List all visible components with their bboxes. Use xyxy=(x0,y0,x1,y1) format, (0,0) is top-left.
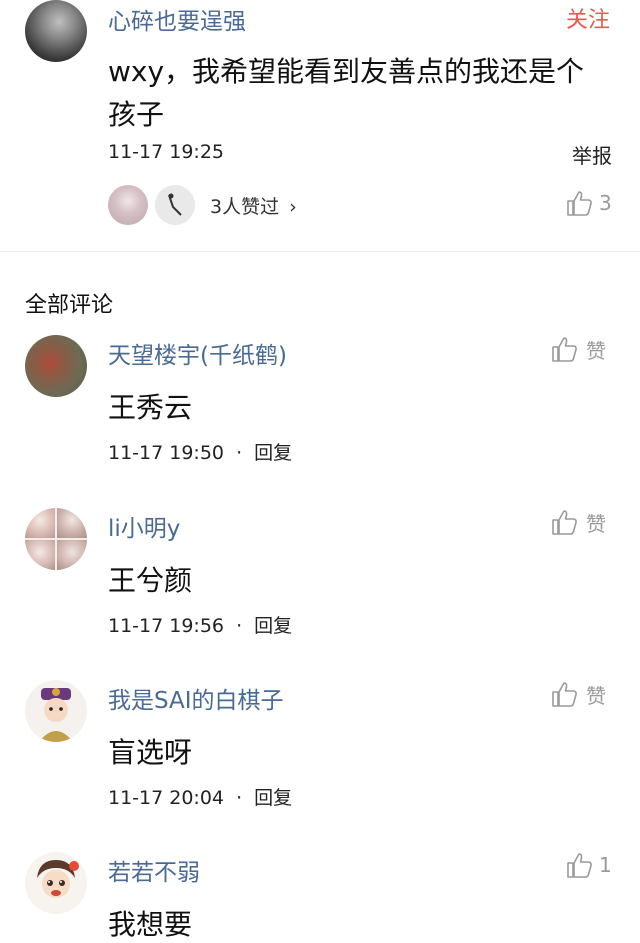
chevron-right-icon: › xyxy=(289,196,297,218)
comment-author-name[interactable]: li小明y xyxy=(108,509,180,543)
thumbs-up-icon xyxy=(552,337,577,362)
comment-like-button[interactable]: 1 xyxy=(565,850,612,880)
thumbs-up-icon xyxy=(552,510,577,535)
report-link[interactable]: 举报 xyxy=(572,140,612,169)
likers-text: 3人赞过 xyxy=(210,196,280,218)
comment-avatar[interactable] xyxy=(25,852,87,914)
comment-timestamp: 11-17 19:50 xyxy=(108,442,225,464)
liker-avatar[interactable] xyxy=(108,185,148,225)
comment-avatar[interactable] xyxy=(25,680,87,742)
like-count: 1 xyxy=(599,853,612,877)
like-label: 赞 xyxy=(586,511,606,536)
post-like-count: 3 xyxy=(599,191,612,215)
comment-like-button[interactable]: 赞 xyxy=(550,507,606,537)
comment-meta: 11-17 19:50 · 回复 xyxy=(108,438,292,465)
post-content-line2: 孩子 xyxy=(108,98,165,131)
comment-content: 我想要 xyxy=(108,908,193,941)
thumbs-up-icon xyxy=(552,682,577,707)
comment-content: 王秀云 xyxy=(108,391,193,424)
like-label: 赞 xyxy=(586,338,606,363)
comment-timestamp: 11-17 19:56 xyxy=(108,615,225,637)
section-title: 全部评论 xyxy=(25,293,114,318)
post-author-avatar[interactable] xyxy=(25,0,87,62)
likers-link[interactable]: 3人赞过 › xyxy=(210,192,297,219)
comment-author-name[interactable]: 天望楼宇(千纸鹤) xyxy=(108,336,287,370)
reply-link[interactable]: 回复 xyxy=(254,442,292,464)
post-content-line1: wxy，我希望能看到友善点的我还是个 xyxy=(108,55,585,88)
post-timestamp: 11-17 19:25 xyxy=(108,141,225,163)
reply-link[interactable]: 回复 xyxy=(254,787,292,809)
comment-timestamp: 11-17 20:04 xyxy=(108,787,225,809)
liker-avatar[interactable] xyxy=(155,185,195,225)
comment-content: 王兮颜 xyxy=(108,564,193,597)
comment-meta: 11-17 19:56 · 回复 xyxy=(108,611,292,638)
section-divider xyxy=(0,251,640,252)
comment-like-button[interactable]: 赞 xyxy=(550,679,606,709)
comment-like-button[interactable]: 赞 xyxy=(550,334,606,364)
post-like-button[interactable]: 3 xyxy=(565,188,612,218)
meta-separator: · xyxy=(236,442,243,464)
thumbs-up-icon xyxy=(567,191,592,216)
follow-button[interactable]: 关注 xyxy=(566,2,610,34)
comment-avatar[interactable] xyxy=(25,335,87,397)
comment-meta: 11-17 20:04 · 回复 xyxy=(108,783,292,810)
thumbs-up-icon xyxy=(567,853,592,878)
like-label: 赞 xyxy=(586,683,606,708)
comment-avatar[interactable] xyxy=(25,508,87,570)
comment-author-name[interactable]: 若若不弱 xyxy=(108,853,200,887)
meta-separator: · xyxy=(236,787,243,809)
comment-content: 盲选呀 xyxy=(108,736,193,769)
post-author-name[interactable]: 心碎也要逞强 xyxy=(108,2,246,36)
comment-author-name[interactable]: 我是SAI的白棋子 xyxy=(108,681,284,715)
meta-separator: · xyxy=(236,615,243,637)
reply-link[interactable]: 回复 xyxy=(254,615,292,637)
